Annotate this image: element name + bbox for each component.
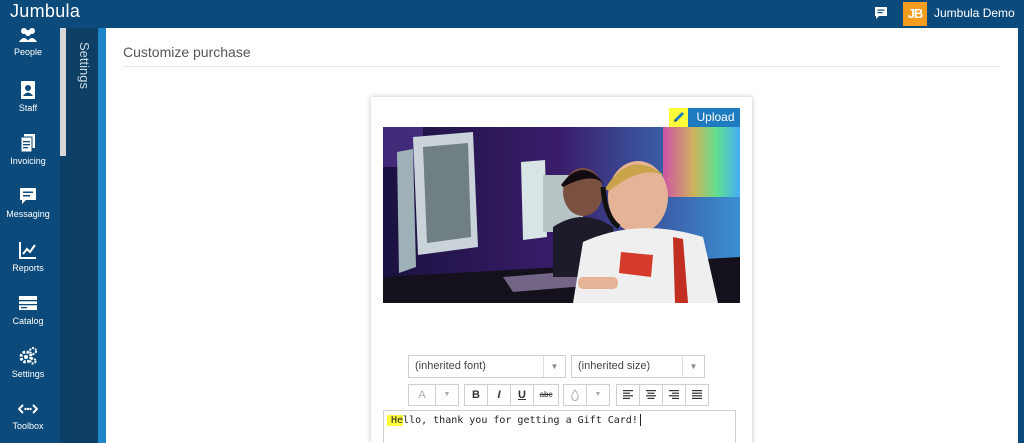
underline-glyph: U — [518, 389, 526, 401]
staff-icon — [21, 81, 35, 99]
font-size-value: (inherited size) — [578, 360, 651, 372]
notification-message-icon[interactable] — [873, 5, 889, 21]
nav-item-reports[interactable]: Reports — [0, 240, 56, 273]
gears-icon — [19, 347, 37, 365]
font-color-dropdown[interactable]: ▼ — [435, 384, 459, 406]
chevron-down-icon: ▼ — [682, 356, 704, 377]
people-icon — [19, 28, 37, 42]
title-divider — [123, 66, 1000, 67]
upload-label: Upload — [696, 110, 735, 124]
left-nav: People Staff Invoicing Messaging Reports — [0, 28, 60, 443]
catalog-icon — [19, 296, 37, 310]
nav-item-people[interactable]: People — [0, 26, 56, 57]
droplet-icon — [571, 389, 579, 401]
strikethrough-button[interactable]: abc — [533, 384, 559, 406]
align-center-icon — [646, 390, 656, 399]
bold-glyph: B — [472, 389, 480, 401]
align-justify-button[interactable] — [685, 384, 709, 406]
nav-item-catalog[interactable]: Catalog — [0, 293, 56, 326]
align-justify-icon — [692, 390, 702, 399]
upload-button[interactable]: Upload — [669, 108, 740, 127]
highlight-color-dropdown[interactable]: ▼ — [586, 384, 610, 406]
invoice-icon — [20, 134, 35, 153]
message-icon — [20, 188, 36, 204]
user-name[interactable]: Jumbula Demo — [934, 6, 1015, 20]
panel-divider — [98, 28, 106, 443]
chevron-down-icon: ▼ — [543, 356, 565, 377]
chevron-down-icon: ▼ — [443, 391, 451, 398]
italic-button[interactable]: I — [487, 384, 511, 406]
underline-button[interactable]: U — [510, 384, 534, 406]
toolbox-icon — [18, 404, 38, 414]
align-left-button[interactable] — [616, 384, 640, 406]
nav-label-staff: Staff — [18, 103, 38, 113]
message-text: llo, thank you for getting a Gift Card! — [403, 415, 638, 426]
right-scrollbar[interactable] — [1018, 28, 1024, 443]
font-size-select[interactable]: (inherited size) ▼ — [571, 355, 705, 378]
nav-label-catalog: Catalog — [12, 316, 44, 326]
nav-label-invoicing: Invoicing — [10, 156, 46, 166]
font-family-value: (inherited font) — [415, 360, 486, 372]
nav-item-settings[interactable]: Settings — [0, 346, 56, 379]
nav-item-invoicing[interactable]: Invoicing — [0, 133, 56, 166]
nav-label-toolbox: Toolbox — [12, 421, 44, 431]
brand-name[interactable]: Jumbula — [10, 1, 80, 22]
align-right-button[interactable] — [662, 384, 686, 406]
nav-item-staff[interactable]: Staff — [0, 80, 56, 113]
gift-card-photo[interactable] — [383, 127, 740, 303]
message-highlighted-text: He — [387, 415, 404, 426]
settings-strip-label[interactable]: Settings — [70, 42, 92, 102]
top-bar: Jumbula JB Jumbula Demo — [0, 0, 1024, 28]
nav-label-messaging: Messaging — [6, 209, 50, 219]
chevron-down-icon: ▼ — [594, 391, 602, 398]
nav-label-reports: Reports — [12, 263, 44, 273]
pencil-icon — [669, 108, 688, 127]
nav-item-messaging[interactable]: Messaging — [0, 186, 56, 219]
reports-icon — [19, 242, 36, 259]
italic-glyph: I — [497, 389, 501, 401]
nav-label-people: People — [13, 47, 43, 57]
nav-label-settings: Settings — [11, 369, 45, 379]
align-right-icon — [669, 390, 679, 399]
message-editor[interactable]: Hello, thank you for getting a Gift Card… — [383, 410, 736, 443]
align-center-button[interactable] — [639, 384, 663, 406]
bold-button[interactable]: B — [464, 384, 488, 406]
strike-glyph: abc — [539, 390, 553, 399]
user-avatar-logo[interactable]: JB — [903, 2, 927, 26]
font-color-button[interactable]: A — [408, 384, 436, 406]
highlight-color-button[interactable] — [563, 384, 587, 406]
font-color-glyph: A — [418, 389, 426, 401]
text-caret — [639, 414, 641, 426]
font-family-select[interactable]: (inherited font) ▼ — [408, 355, 566, 378]
page-title: Customize purchase — [123, 44, 251, 60]
nav-item-toolbox[interactable]: Toolbox — [0, 400, 56, 431]
align-left-icon — [623, 390, 633, 399]
